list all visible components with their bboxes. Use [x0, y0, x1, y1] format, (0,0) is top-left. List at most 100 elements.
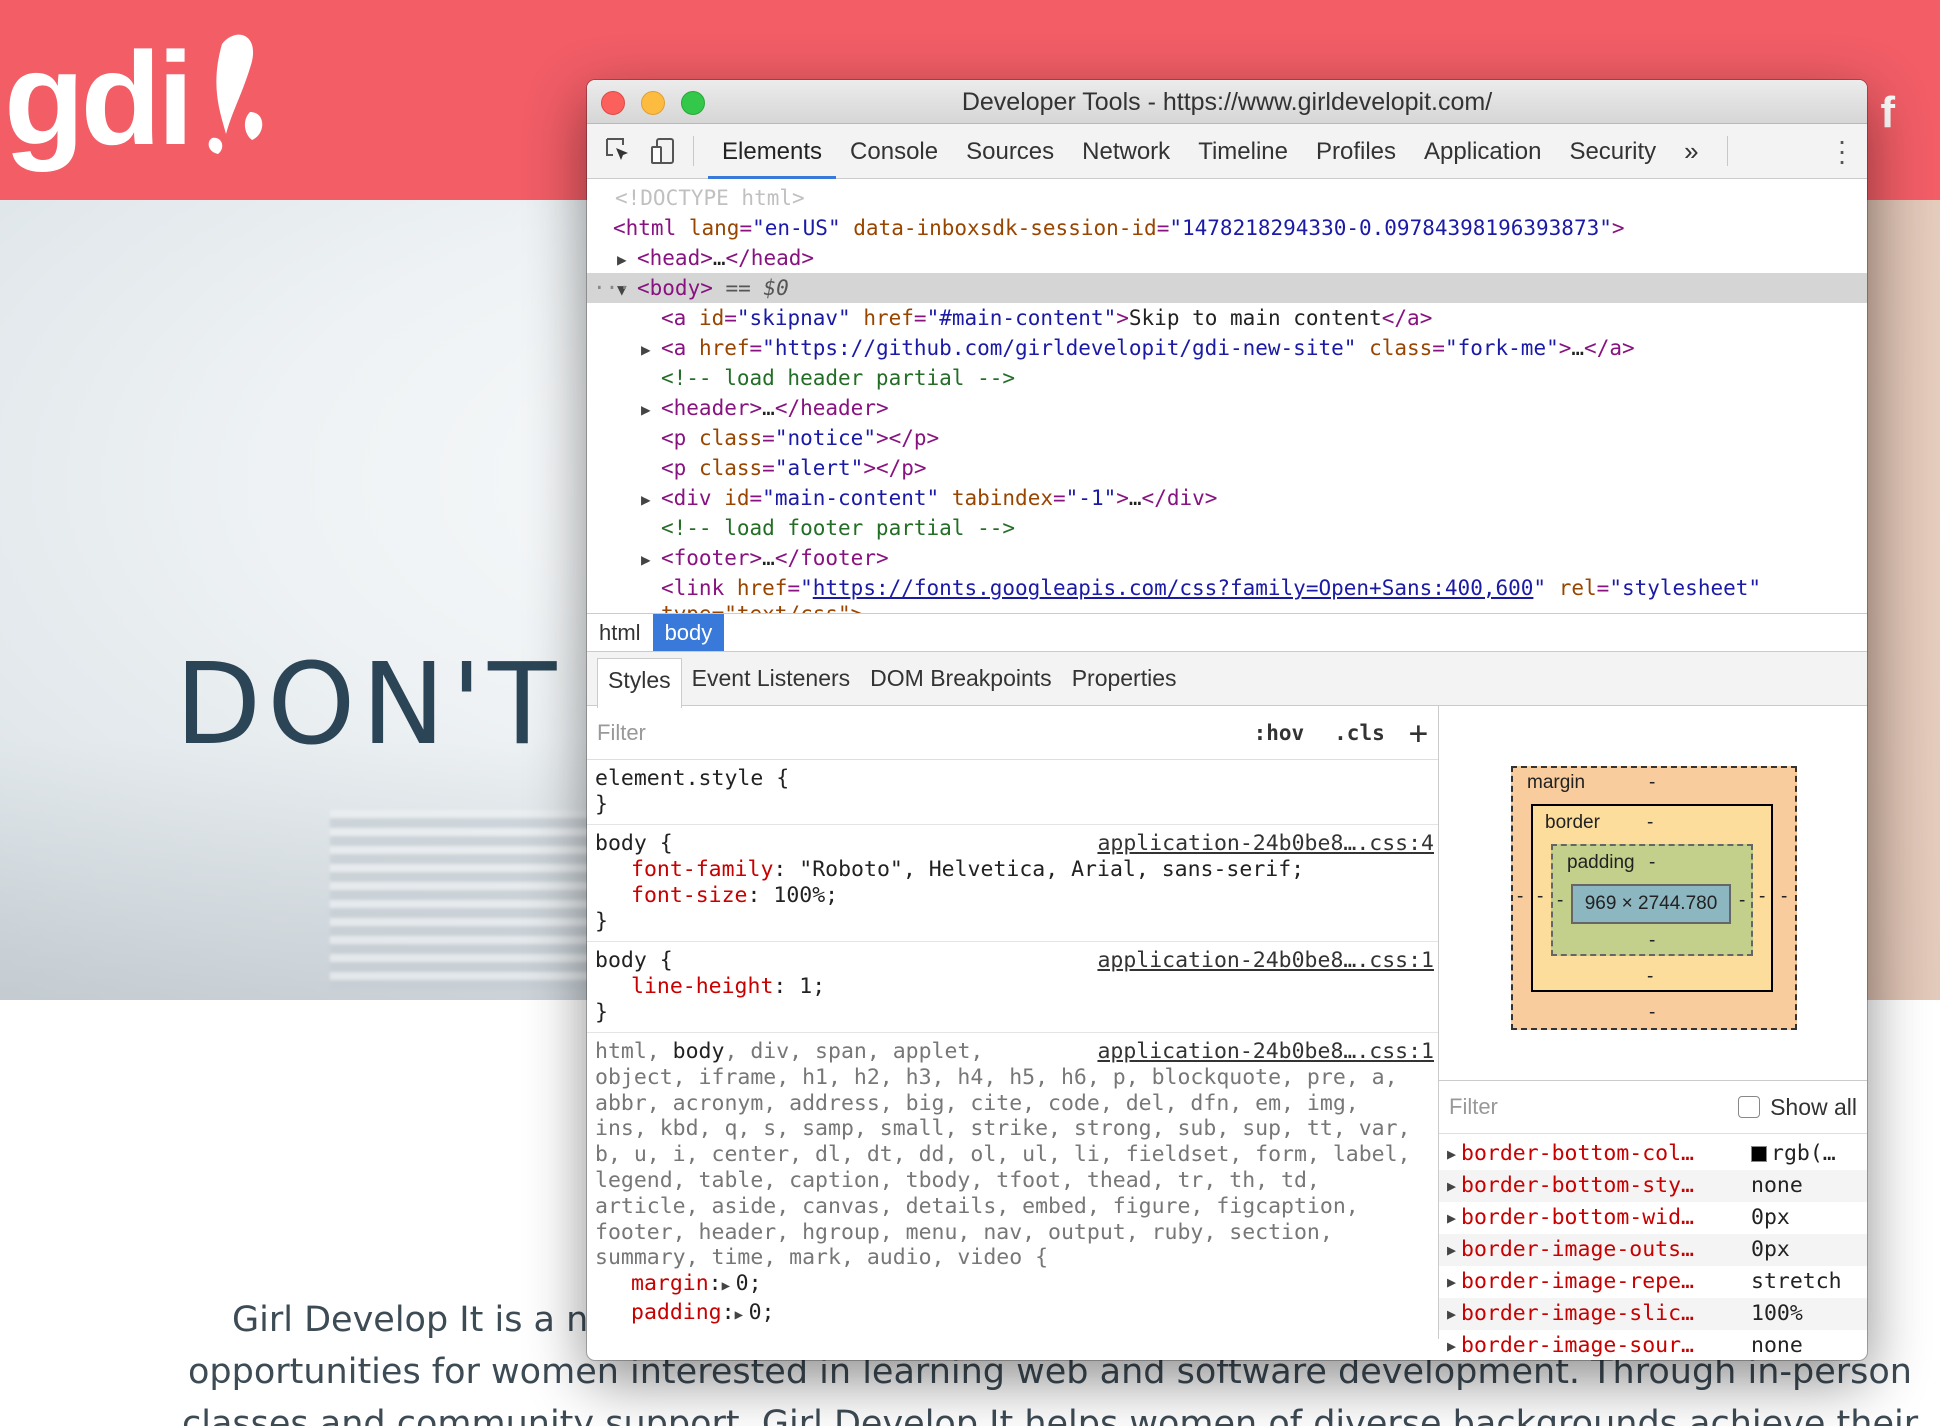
dom-node-main-content[interactable]: ▶ <div id="main-content" tabindex="-1">…<…	[587, 483, 1867, 513]
devtools-toolbar: Elements Console Sources Network Timelin…	[587, 124, 1867, 179]
expand-triangle-icon[interactable]: ▶	[1439, 1202, 1461, 1234]
computed-property-row[interactable]: ▶ border-image-repe… stretch	[1439, 1266, 1867, 1298]
expand-triangle-icon[interactable]: ▶	[641, 485, 661, 515]
toolbar-divider	[1726, 136, 1728, 166]
window-titlebar[interactable]: Developer Tools - https://www.girldevelo…	[587, 80, 1867, 124]
expand-triangle-icon[interactable]: ▶	[641, 545, 661, 575]
breadcrumb-body[interactable]: body	[652, 614, 725, 651]
dom-node-notice[interactable]: <p class="notice"></p>	[587, 423, 1867, 453]
expand-triangle-icon[interactable]: ▶	[641, 395, 661, 425]
rule-body-font[interactable]: application-24b0be8….css:4 body { font-f…	[587, 825, 1438, 942]
dom-node-header[interactable]: ▶ <header>…</header>	[587, 393, 1867, 423]
link-rel-value: "stylesheet"	[1609, 576, 1762, 600]
tab-styles[interactable]: Styles	[597, 657, 682, 708]
dom-comment-header[interactable]: <!-- load header partial -->	[587, 363, 1867, 393]
rule-source-link[interactable]: application-24b0be8….css:1	[1097, 948, 1434, 974]
tab-elements[interactable]: Elements	[708, 124, 837, 179]
dom-doctype[interactable]: <!DOCTYPE html>	[587, 183, 1867, 213]
computed-property-row[interactable]: ▶ border-bottom-col… rgb(…	[1439, 1138, 1867, 1170]
dom-comment-footer[interactable]: <!-- load footer partial -->	[587, 513, 1867, 543]
padding-left-value: -	[1557, 890, 1564, 911]
color-swatch[interactable]	[1751, 1146, 1767, 1162]
html-session-id-value: "1478218294330-0.09784398196393873"	[1169, 216, 1612, 240]
rule-selector-line: article, aside, canvas, details, embed, …	[595, 1193, 1359, 1219]
class-toggle[interactable]: .cls	[1334, 721, 1385, 745]
expand-triangle-icon[interactable]: ▶	[1439, 1234, 1461, 1266]
show-all-checkbox[interactable]	[1738, 1096, 1761, 1118]
dom-node-fork-link[interactable]: ▶ <a href="https://github.com/girldevelop…	[587, 333, 1867, 363]
margin-bottom-value: -	[1649, 1002, 1656, 1023]
new-rule-button[interactable]: +	[1409, 714, 1428, 752]
tab-console[interactable]: Console	[836, 124, 952, 179]
device-mode-icon[interactable]	[647, 135, 679, 167]
tab-application[interactable]: Application	[1410, 124, 1555, 179]
breadcrumb-html[interactable]: html	[587, 614, 653, 651]
computed-filter-input[interactable]: Filter	[1449, 1094, 1738, 1120]
dom-node-html[interactable]: <html lang="en-US" data-inboxsdk-session…	[587, 213, 1867, 243]
rule-selector-line: ins, kbd, q, s, samp, small, strike, str…	[595, 1116, 1411, 1142]
expand-triangle-icon[interactable]: ▶	[641, 335, 661, 365]
tab-dom-breakpoints[interactable]: DOM Breakpoints	[860, 657, 1062, 700]
gdi-logo[interactable]: gdi	[4, 16, 274, 176]
rule-element-style[interactable]: element.style { }	[587, 760, 1438, 825]
tab-event-listeners[interactable]: Event Listeners	[682, 657, 861, 700]
dom-tree[interactable]: <!DOCTYPE html> <html lang="en-US" data-…	[587, 179, 1867, 613]
expand-triangle-icon[interactable]: ▶	[735, 1303, 749, 1329]
margin-left-value: -	[1517, 886, 1524, 907]
dom-node-footer[interactable]: ▶ <footer>…</footer>	[587, 543, 1867, 573]
margin-right-value: -	[1781, 886, 1788, 907]
link-href-value[interactable]: https://fonts.googleapis.com/css?family=…	[813, 576, 1534, 600]
expand-triangle-icon[interactable]: ▶	[1439, 1170, 1461, 1202]
dom-node-link-cont[interactable]: type="text/css">	[587, 599, 1867, 613]
computed-property-row[interactable]: ▶ border-image-sour… none	[1439, 1330, 1867, 1360]
border-top-value: -	[1647, 812, 1654, 833]
dom-node-skipnav[interactable]: <a id="skipnav" href="#main-content">Ski…	[587, 303, 1867, 333]
tab-profiles[interactable]: Profiles	[1302, 124, 1410, 179]
tab-sources[interactable]: Sources	[952, 124, 1068, 179]
dom-node-alert[interactable]: <p class="alert"></p>	[587, 453, 1867, 483]
ellipsis-icon[interactable]: ···	[593, 273, 631, 303]
show-all-label[interactable]: Show all	[1770, 1094, 1857, 1121]
rule-source-link[interactable]: application-24b0be8….css:4	[1097, 831, 1434, 857]
box-model-border[interactable]: border - - - - padding - - - - 969 × 274…	[1531, 804, 1773, 992]
github-href-value: "https://github.com/girldevelopit/gdi-ne…	[762, 336, 1357, 360]
hover-state-toggle[interactable]: :hov	[1254, 721, 1305, 745]
css-property[interactable]: padding:▶ 0;	[595, 1300, 1430, 1329]
box-model-padding[interactable]: padding - - - - 969 × 2744.780	[1551, 844, 1753, 956]
expand-triangle-icon[interactable]: ▶	[1439, 1298, 1461, 1330]
rule-body-line-height[interactable]: application-24b0be8….css:1 body { line-h…	[587, 942, 1438, 1033]
css-property[interactable]: margin:▶ 0;	[595, 1271, 1430, 1300]
expand-triangle-icon[interactable]: ▶	[722, 1274, 736, 1300]
computed-property-row[interactable]: ▶ border-bottom-wid… 0px	[1439, 1202, 1867, 1234]
expand-triangle-icon[interactable]: ▶	[617, 245, 637, 275]
computed-property-row[interactable]: ▶ border-bottom-sty… none	[1439, 1170, 1867, 1202]
more-tabs-button[interactable]: »	[1670, 136, 1712, 167]
dom-node-head[interactable]: ▶ <head>…</head>	[587, 243, 1867, 273]
tab-timeline[interactable]: Timeline	[1184, 124, 1302, 179]
facebook-icon[interactable]: f	[1880, 88, 1895, 138]
rule-source-link[interactable]: application-24b0be8….css:1	[1097, 1039, 1434, 1065]
css-property[interactable]: line-height: 1;	[595, 974, 1430, 1000]
kebab-menu-icon[interactable]: · · ·	[1837, 127, 1847, 175]
padding-right-value: -	[1739, 890, 1746, 911]
tab-properties[interactable]: Properties	[1062, 657, 1187, 700]
css-property[interactable]: font-size: 100%;	[595, 883, 1430, 909]
notice-class-value: "notice"	[774, 426, 876, 450]
rule-close: }	[595, 792, 608, 817]
styles-filter-input[interactable]: Filter	[597, 720, 1224, 746]
rule-reset[interactable]: application-24b0be8….css:1 html, body, d…	[587, 1033, 1438, 1335]
computed-property-row[interactable]: ▶ border-image-slic… 100%	[1439, 1298, 1867, 1330]
computed-property-row[interactable]: ▶ border-image-outs… 0px	[1439, 1234, 1867, 1266]
box-model-content-size[interactable]: 969 × 2744.780	[1571, 884, 1731, 924]
expand-triangle-icon[interactable]: ▶	[1439, 1138, 1461, 1170]
tab-network[interactable]: Network	[1068, 124, 1184, 179]
rule-selector-line: footer, header, hgroup, menu, nav, outpu…	[595, 1219, 1333, 1245]
dom-node-body[interactable]: ··· ▼ <body> == $0	[587, 273, 1867, 303]
expand-triangle-icon[interactable]: ▶	[1439, 1266, 1461, 1298]
rule-selector-line: b, u, i, center, dl, dt, dd, ol, ul, li,…	[595, 1142, 1411, 1168]
expand-triangle-icon[interactable]: ▶	[1439, 1330, 1461, 1360]
inspect-element-icon[interactable]	[603, 135, 635, 167]
tab-security[interactable]: Security	[1555, 124, 1670, 179]
css-property[interactable]: font-family: "Roboto", Helvetica, Arial,…	[595, 857, 1430, 883]
border-left-value: -	[1537, 886, 1544, 907]
